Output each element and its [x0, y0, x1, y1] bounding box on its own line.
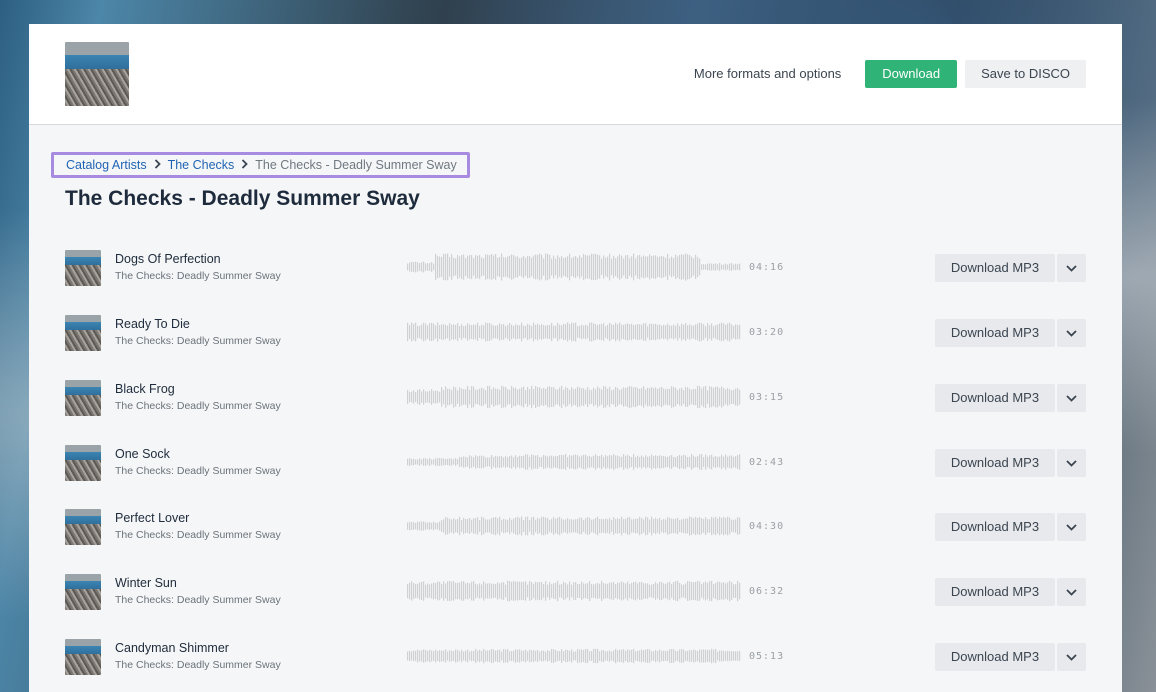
- track-subtitle: The Checks: Deadly Summer Sway: [115, 594, 281, 606]
- download-options-button[interactable]: [1057, 319, 1086, 347]
- release-panel: More formats and options Download Save t…: [29, 24, 1122, 692]
- chevron-down-icon: [1066, 648, 1077, 666]
- track-title[interactable]: One Sock: [115, 447, 170, 461]
- track-row[interactable]: Ready To Die The Checks: Deadly Summer Sw…: [29, 313, 1122, 353]
- track-title[interactable]: Perfect Lover: [115, 511, 189, 525]
- more-formats-link[interactable]: More formats and options: [678, 60, 857, 88]
- download-mp3-button[interactable]: Download MP3: [935, 578, 1055, 606]
- download-options-button[interactable]: [1057, 449, 1086, 477]
- waveform[interactable]: [407, 315, 741, 349]
- track-duration: 06:32: [749, 586, 785, 597]
- track-duration: 04:16: [749, 262, 785, 273]
- track-row[interactable]: Dogs Of Perfection The Checks: Deadly Sum…: [29, 248, 1122, 288]
- chevron-down-icon: [1066, 454, 1077, 472]
- header-bar: More formats and options Download Save t…: [29, 24, 1122, 125]
- waveform[interactable]: [407, 250, 741, 284]
- waveform[interactable]: [407, 509, 741, 543]
- track-subtitle: The Checks: Deadly Summer Sway: [115, 465, 281, 477]
- track-cover: [65, 315, 101, 351]
- track-subtitle: The Checks: Deadly Summer Sway: [115, 529, 281, 541]
- track-subtitle: The Checks: Deadly Summer Sway: [115, 270, 281, 282]
- download-mp3-button[interactable]: Download MP3: [935, 319, 1055, 347]
- track-title[interactable]: Candyman Shimmer: [115, 641, 229, 655]
- track-subtitle: The Checks: Deadly Summer Sway: [115, 335, 281, 347]
- track-cover: [65, 509, 101, 545]
- download-mp3-button[interactable]: Download MP3: [935, 449, 1055, 477]
- track-duration: 03:15: [749, 392, 785, 403]
- chevron-down-icon: [1066, 583, 1077, 601]
- waveform[interactable]: [407, 574, 741, 608]
- track-row[interactable]: Candyman Shimmer The Checks: Deadly Summe…: [29, 637, 1122, 677]
- track-duration: 03:20: [749, 327, 785, 338]
- save-to-disco-button[interactable]: Save to DISCO: [965, 60, 1086, 88]
- track-cover: [65, 380, 101, 416]
- download-mp3-button[interactable]: Download MP3: [935, 513, 1055, 541]
- track-cover: [65, 250, 101, 286]
- track-duration: 02:43: [749, 457, 785, 468]
- album-cover: [65, 42, 129, 106]
- page-title: The Checks - Deadly Summer Sway: [65, 187, 420, 210]
- track-subtitle: The Checks: Deadly Summer Sway: [115, 659, 281, 671]
- breadcrumb-catalog-artists[interactable]: Catalog Artists: [66, 158, 147, 172]
- track-title[interactable]: Ready To Die: [115, 317, 190, 331]
- track-cover: [65, 639, 101, 675]
- download-options-button[interactable]: [1057, 254, 1086, 282]
- track-cover: [65, 574, 101, 610]
- breadcrumb-artist[interactable]: The Checks: [168, 158, 235, 172]
- track-row[interactable]: Black Frog The Checks: Deadly Summer Sway…: [29, 378, 1122, 418]
- breadcrumb-current: The Checks - Deadly Summer Sway: [255, 158, 457, 172]
- waveform[interactable]: [407, 445, 741, 479]
- chevron-right-icon: [154, 158, 161, 172]
- download-mp3-button[interactable]: Download MP3: [935, 254, 1055, 282]
- breadcrumb: Catalog Artists The Checks The Checks - …: [51, 152, 470, 178]
- waveform[interactable]: [407, 639, 741, 673]
- download-options-button[interactable]: [1057, 384, 1086, 412]
- track-cover: [65, 445, 101, 481]
- header-actions: More formats and options Download Save t…: [678, 60, 1086, 88]
- waveform[interactable]: [407, 380, 741, 414]
- track-title[interactable]: Black Frog: [115, 382, 175, 396]
- track-duration: 04:30: [749, 521, 785, 532]
- track-row[interactable]: One Sock The Checks: Deadly Summer Sway 02…: [29, 443, 1122, 483]
- track-row[interactable]: Perfect Lover The Checks: Deadly Summer S…: [29, 507, 1122, 547]
- track-subtitle: The Checks: Deadly Summer Sway: [115, 400, 281, 412]
- download-mp3-button[interactable]: Download MP3: [935, 384, 1055, 412]
- download-mp3-button[interactable]: Download MP3: [935, 643, 1055, 671]
- download-options-button[interactable]: [1057, 643, 1086, 671]
- track-row[interactable]: Winter Sun The Checks: Deadly Summer Sway…: [29, 572, 1122, 612]
- chevron-down-icon: [1066, 259, 1077, 277]
- download-options-button[interactable]: [1057, 578, 1086, 606]
- chevron-down-icon: [1066, 389, 1077, 407]
- chevron-right-icon: [241, 158, 249, 172]
- chevron-down-icon: [1066, 324, 1077, 342]
- track-duration: 05:13: [749, 651, 785, 662]
- download-button[interactable]: Download: [865, 60, 958, 88]
- track-title[interactable]: Winter Sun: [115, 576, 177, 590]
- track-title[interactable]: Dogs Of Perfection: [115, 252, 221, 266]
- download-options-button[interactable]: [1057, 513, 1086, 541]
- chevron-down-icon: [1066, 518, 1077, 536]
